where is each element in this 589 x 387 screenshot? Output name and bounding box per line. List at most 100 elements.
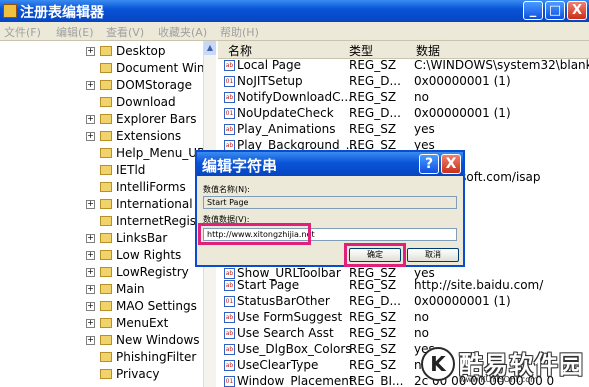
tree-item-label: IETld (116, 163, 146, 177)
help-icon[interactable]: ? (419, 154, 439, 174)
value-name: Use Search Asst (237, 326, 334, 340)
expand-icon[interactable]: + (86, 234, 95, 243)
minimize-button[interactable]: _ (523, 1, 543, 20)
list-row[interactable]: ab Local Page REG_SZ C:\WINDOWS\system32\bl… (218, 58, 589, 74)
tree-item[interactable]: PhishingFilter (0, 349, 200, 366)
menu-bar: 文件(F) 编辑(E) 查看(V) 收藏夹(A) 帮助(H) (0, 22, 589, 41)
list-row[interactable]: 01 NoUpdateCheck REG_D... 0x00000001 (1) (218, 106, 589, 122)
string-value-icon: ab (224, 124, 235, 135)
expand-icon[interactable]: + (86, 285, 95, 294)
tree-item[interactable]: + MAO Settings (0, 298, 200, 315)
value-data: 0x00000001 (1) (414, 294, 511, 308)
tree-item[interactable]: + Main (0, 281, 200, 298)
value-data: no (414, 326, 429, 340)
tree-item-label: Desktop (116, 44, 166, 58)
tree-item[interactable]: IETld (0, 162, 200, 179)
tree-item-label: Extensions (116, 129, 182, 143)
value-data: C:\WINDOWS\system32\blank. (414, 58, 589, 72)
menu-favorites[interactable]: 收藏夹(A) (158, 24, 207, 40)
list-row[interactable]: ab Use FormSuggest REG_SZ no (218, 310, 589, 326)
tree-item[interactable]: Document Windo (0, 60, 215, 77)
tree-item[interactable]: + International (0, 196, 200, 213)
registry-tree[interactable]: + Desktop Document Windo + DOMStorage Down… (0, 41, 216, 387)
column-type-header[interactable]: 类型 (349, 42, 373, 59)
tree-item-label: DOMStorage (116, 78, 192, 92)
tree-item-label: MenuExt (116, 316, 169, 330)
tree-item[interactable]: InternetRegistr (0, 213, 206, 230)
watermark-logo-icon: K (421, 347, 455, 381)
folder-icon (100, 165, 112, 175)
value-type: REG_SZ (349, 310, 397, 324)
maximize-button[interactable]: □ (545, 1, 565, 20)
window-titlebar: 注册表编辑器 _ □ X (0, 0, 589, 22)
tree-item-label: Explorer Bars (116, 112, 197, 126)
list-row[interactable]: 01 NoJITSetup REG_D... 0x00000001 (1) (218, 74, 589, 90)
string-value-icon: ab (224, 312, 235, 323)
close-button[interactable]: X (567, 1, 587, 20)
list-row[interactable]: 01 StatusBarOther REG_D... 0x00000001 (1) (218, 294, 589, 310)
value-name: Window_Placement (237, 374, 354, 387)
folder-icon (100, 80, 112, 90)
value-name-field: Start Page (203, 196, 457, 209)
tree-item[interactable]: + Low Rights (0, 247, 200, 264)
expand-icon[interactable]: + (86, 302, 95, 311)
menu-edit[interactable]: 编辑(E) (56, 24, 94, 40)
column-name-header[interactable]: 名称 (228, 42, 252, 59)
tree-item-label: LowRegistry (116, 265, 189, 279)
list-row[interactable]: ab Use Search Asst REG_SZ no (218, 326, 589, 342)
expand-icon[interactable]: + (86, 200, 95, 209)
expand-icon[interactable]: + (86, 115, 95, 124)
value-name: StatusBarOther (237, 294, 330, 308)
folder-icon (100, 250, 112, 260)
tree-item[interactable]: + Explorer Bars (0, 111, 200, 128)
tree-item[interactable]: + MenuExt (0, 315, 200, 332)
dialog-title: 编辑字符串 (202, 157, 278, 175)
menu-help[interactable]: 帮助(H) (220, 24, 259, 40)
tree-item[interactable]: + LinksBar (0, 230, 200, 247)
data-input-highlight (198, 223, 311, 245)
list-row[interactable]: ab NotifyDownloadC... REG_SZ no (218, 90, 589, 106)
tree-item[interactable]: Help_Menu_UR (0, 145, 205, 162)
tree-item[interactable]: Privacy (0, 366, 200, 383)
value-type: REG_SZ (349, 342, 397, 356)
value-data: yes (414, 122, 435, 136)
edit-string-dialog: 编辑字符串 ? X 数值名称(N): Start Page 数值数据(V): h… (195, 150, 465, 267)
expand-icon[interactable]: + (86, 47, 95, 56)
tree-item[interactable]: + New Windows (0, 332, 200, 349)
tree-item-label: Low Rights (116, 248, 182, 262)
folder-icon (100, 114, 112, 124)
value-type: REG_D... (349, 74, 401, 88)
tree-item[interactable]: + Extensions (0, 128, 200, 145)
dialog-titlebar[interactable]: 编辑字符串 ? X (197, 152, 463, 176)
cancel-button[interactable]: 取消 (407, 248, 459, 262)
expand-icon[interactable]: + (86, 336, 95, 345)
binary-value-icon: 01 (224, 376, 235, 387)
expand-icon[interactable]: + (86, 251, 95, 260)
value-data: 0x00000001 (1) (414, 106, 511, 120)
tree-item[interactable]: IntelliForms (0, 179, 200, 196)
tree-item-label: New Windows (116, 333, 200, 347)
expand-icon[interactable]: + (86, 81, 95, 90)
binary-value-icon: 01 (224, 76, 235, 87)
menu-view[interactable]: 查看(V) (106, 24, 144, 40)
value-name: NoUpdateCheck (237, 106, 334, 120)
expand-icon[interactable]: + (86, 319, 95, 328)
expand-icon[interactable]: + (86, 268, 95, 277)
tree-item[interactable]: Download (0, 94, 200, 111)
column-data-header[interactable]: 数据 (416, 42, 440, 59)
folder-icon (100, 301, 112, 311)
value-data: no (414, 310, 429, 324)
value-type: REG_SZ (349, 358, 397, 372)
tree-item-label: IntelliForms (116, 180, 186, 194)
dialog-close-icon[interactable]: X (441, 154, 461, 174)
scroll-up-arrow-icon[interactable]: ▲ (204, 41, 216, 55)
tree-item[interactable]: + DOMStorage (0, 77, 200, 94)
value-name-label: 数值名称(N): (203, 185, 250, 194)
folder-icon (100, 318, 112, 328)
tree-item[interactable]: + LowRegistry (0, 264, 200, 281)
list-row[interactable]: ab Play_Animations REG_SZ yes (218, 122, 589, 138)
tree-item[interactable]: + Desktop (0, 43, 200, 60)
list-row[interactable]: ab Start Page REG_SZ http://site.baidu.com/ (218, 278, 589, 294)
expand-icon[interactable]: + (86, 132, 95, 141)
menu-file[interactable]: 文件(F) (4, 24, 41, 40)
